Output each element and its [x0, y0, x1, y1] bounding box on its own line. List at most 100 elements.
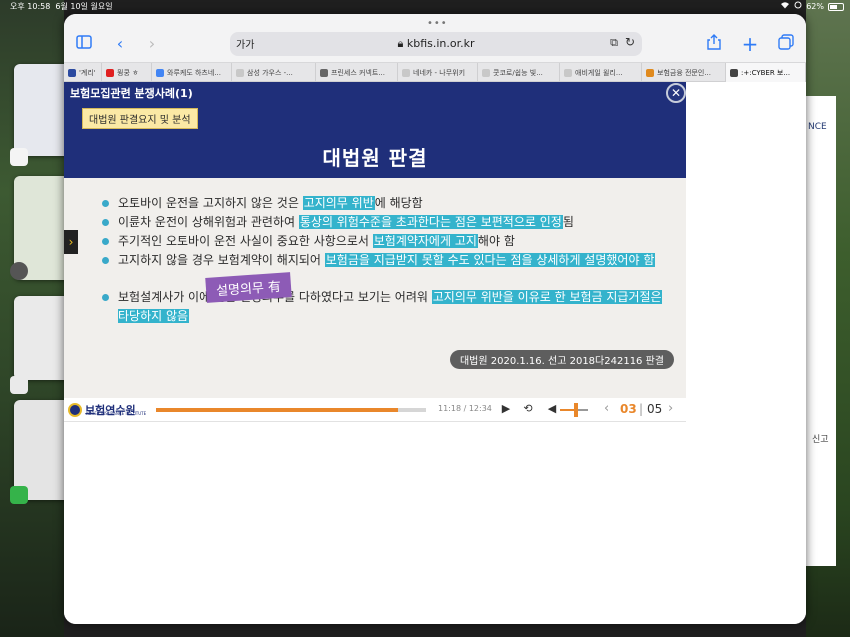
tab-favicon-icon: [402, 68, 410, 77]
multitasking-handle[interactable]: •••: [427, 18, 448, 29]
browser-tab[interactable]: :+:CYBER 보...: [726, 63, 806, 82]
tab-label: 보험금융 전문인...: [657, 68, 711, 77]
bullet-item: 보험설계사가 이에 관한 설명의무를 다하였다고 보기는 어려워 고지의무 위반…: [102, 288, 662, 326]
tab-label: 프린세스 커넥트...: [331, 68, 385, 77]
tab-favicon-icon: [68, 68, 76, 77]
app-icon[interactable]: [10, 376, 28, 394]
tab-favicon-icon: [236, 68, 244, 77]
bullet-highlight: 통상의 위험수준을 초과한다는 점은 보편적으로 인정: [298, 215, 563, 229]
logo-subtitle: KOREA INSURANCE INSTITUTE: [86, 411, 147, 416]
back-icon[interactable]: ‹: [110, 34, 130, 54]
tab-label: 와루케도 하츠네...: [167, 68, 221, 77]
wifi-icon: [780, 0, 790, 14]
tab-label: 뭥쿵 ㅎ: [117, 68, 139, 77]
browser-tab[interactable]: 프린세스 커넥트...: [316, 63, 398, 82]
background-window-text: NCE: [808, 122, 827, 132]
slide-title: 대법원 판결: [322, 146, 428, 170]
tab-label: 애비게일 윌리...: [575, 68, 623, 77]
background-app-card[interactable]: [14, 64, 70, 156]
progress-bar[interactable]: [156, 408, 426, 412]
volume-knob[interactable]: [574, 403, 578, 417]
status-bar: 오후 10:58 6월 10일 월요일 62%: [0, 0, 850, 14]
tab-favicon-icon: [730, 68, 738, 77]
battery-percent: 62%: [806, 2, 824, 11]
sidebar-icon[interactable]: [74, 34, 94, 54]
player-controls: 보험연수원 KOREA INSURANCE INSTITUTE 11:18 / …: [64, 398, 686, 422]
page-content: 보험모집관련 분쟁사례(1) 대법원 판결요지 및 분석 대법원 판결 ✕ 오토…: [64, 82, 806, 624]
slide-category: 보험모집관련 분쟁사례(1): [70, 87, 193, 100]
new-tab-icon[interactable]: +: [740, 34, 760, 54]
tab-label: :+:CYBER 보...: [741, 68, 791, 77]
page-current: 03: [620, 402, 637, 416]
background-app-card[interactable]: [14, 400, 70, 500]
replay-icon[interactable]: ⟲: [520, 401, 536, 417]
bullet-item: 주기적인 오토바이 운전 사실이 중요한 사항으로서 보험계약자에게 고지해야 …: [102, 232, 662, 251]
tab-label: 네네카 - 나무위키: [413, 68, 466, 77]
share-icon[interactable]: [704, 34, 724, 54]
bullet-text: 이륜차 운전이 상해위험과 관련하여: [118, 215, 299, 229]
close-icon[interactable]: ✕: [666, 83, 686, 103]
bullet-text: 주기적인 오토바이 운전 사실이 중요한 사항으로서: [118, 234, 373, 248]
settings-app-icon[interactable]: [10, 262, 28, 280]
slide-tag: 대법원 판결요지 및 분석: [82, 108, 198, 129]
browser-tab[interactable]: 보험금융 전문인...: [642, 63, 726, 82]
status-time: 오후 10:58: [10, 2, 51, 11]
browser-tab[interactable]: 뭥쿵 ㅎ: [102, 63, 152, 82]
bullet-text: 에 해당함: [374, 196, 423, 210]
bullet-text: 오토바이 운전을 고지하지 않은 것은: [118, 196, 303, 210]
url-text[interactable]: 🔒︎ kbfis.in.or.kr: [230, 37, 642, 51]
tab-favicon-icon: [320, 68, 328, 77]
tab-label: 쿳코로/쉽능 빛...: [493, 68, 543, 77]
slide-header: 보험모집관련 분쟁사례(1) 대법원 판결요지 및 분석 대법원 판결 ✕: [64, 82, 686, 178]
bullet-highlight: 보험계약자에게 고지: [372, 234, 478, 248]
background-window-text: 신고: [812, 435, 829, 445]
orientation-lock-icon: [794, 0, 802, 14]
browser-window: ••• ‹ › 가가 🔒︎ kbfis.in.or.kr ⧉ ↻ + '계리' 뭥…: [64, 14, 806, 624]
tab-favicon-icon: [482, 68, 490, 77]
prev-page-icon[interactable]: ‹: [604, 401, 609, 416]
address-bar[interactable]: 가가 🔒︎ kbfis.in.or.kr ⧉ ↻: [230, 32, 642, 56]
progress-fill: [156, 408, 398, 412]
url-value: kbfis.in.or.kr: [406, 37, 475, 50]
logo-mark-icon: [68, 403, 82, 417]
extension-icon[interactable]: ⧉: [610, 36, 618, 50]
bullet-text: 고지하지 않을 경우 보험계약이 해지되어: [118, 253, 325, 267]
tab-favicon-icon: [646, 68, 654, 77]
lecture-slide: 보험모집관련 분쟁사례(1) 대법원 판결요지 및 분석 대법원 판결 ✕ 오토…: [64, 82, 686, 398]
playback-time: 11:18 / 12:34: [438, 404, 492, 413]
background-window[interactable]: [806, 96, 836, 566]
bullet-text: 해야 함: [477, 234, 515, 248]
next-page-icon[interactable]: ›: [668, 401, 673, 416]
browser-toolbar: ••• ‹ › 가가 🔒︎ kbfis.in.or.kr ⧉ ↻ +: [64, 14, 806, 62]
bullet-highlight: 보험금을 지급받지 못할 수도 있다는 점을 상세하게 설명했어야 함: [324, 253, 656, 267]
tab-overview-icon[interactable]: [776, 34, 796, 54]
case-citation: 대법원 2020.1.16. 선고 2018다242116 판결: [449, 350, 674, 369]
page-total: 05: [647, 402, 663, 416]
lock-icon: 🔒︎: [397, 37, 404, 50]
tab-bar: '계리' 뭥쿵 ㅎ 와루케도 하츠네... 삼성 가우스 -... 프린세스 커넥트..…: [64, 62, 806, 82]
tab-label: 삼성 가우스 -...: [247, 68, 293, 77]
bullet-highlight: 고지의무 위반: [302, 196, 375, 210]
browser-tab[interactable]: 애비게일 윌리...: [560, 63, 642, 82]
bullet-text: 됨: [562, 215, 574, 229]
tab-label: '계리': [79, 68, 96, 77]
browser-tab[interactable]: 쿳코로/쉽능 빛...: [478, 63, 560, 82]
browser-tab[interactable]: 네네카 - 나무위키: [398, 63, 478, 82]
browser-tab[interactable]: '계리': [64, 63, 102, 82]
forward-icon[interactable]: ›: [142, 34, 162, 54]
browser-tab[interactable]: 와루케도 하츠네...: [152, 63, 232, 82]
browser-tab[interactable]: 삼성 가우스 -...: [232, 63, 316, 82]
tab-favicon-icon: [564, 68, 572, 77]
reload-icon[interactable]: ↻: [625, 35, 635, 49]
volume-icon[interactable]: ◀: [544, 401, 560, 417]
bullet-item: 이륜차 운전이 상해위험과 관련하여 통상의 위험수준을 초과한다는 점은 보편…: [102, 213, 662, 232]
app-icon[interactable]: [10, 486, 28, 504]
bullet-item: 오토바이 운전을 고지하지 않은 것은 고지의무 위반에 해당함: [102, 194, 662, 213]
status-date: 6월 10일 월요일: [55, 2, 113, 11]
tab-favicon-icon: [156, 68, 164, 77]
play-icon[interactable]: ▶: [498, 401, 514, 417]
background-app-card[interactable]: [14, 296, 70, 380]
bullet-item: 고지하지 않을 경우 보험계약이 해지되어 보험금을 지급받지 못할 수도 있다…: [102, 251, 662, 270]
side-panel-toggle-icon[interactable]: ›: [64, 230, 78, 254]
notes-app-icon[interactable]: [10, 148, 28, 166]
